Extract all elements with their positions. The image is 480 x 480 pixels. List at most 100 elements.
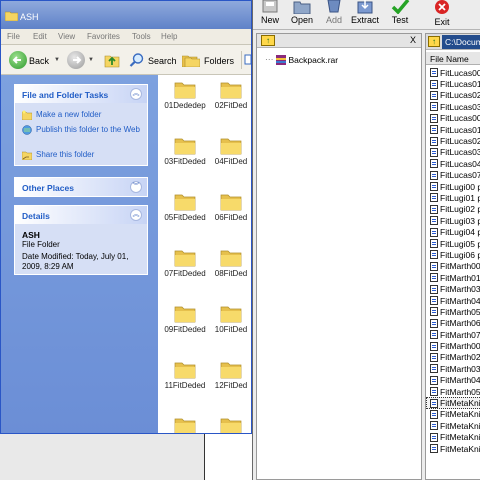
path-field[interactable]: C:\Docum	[442, 35, 480, 49]
panel-header[interactable]: Details ︽	[15, 206, 147, 224]
file-row[interactable]: FitLucas03	[426, 101, 480, 112]
file-row[interactable]: FitMarth05.	[426, 386, 480, 397]
folder-item[interactable]: 08FitDed	[208, 247, 251, 278]
test-button[interactable]: Test	[381, 0, 419, 25]
file-row[interactable]: FitMetaKnig	[426, 397, 480, 409]
file-row[interactable]: FitMarth03	[426, 283, 480, 294]
document-icon	[430, 318, 438, 328]
tree-connector: ⋯	[265, 54, 274, 64]
tree-close-button[interactable]: X	[410, 35, 416, 45]
file-row[interactable]: FitLucas00.	[426, 113, 480, 124]
tree-item-archive[interactable]: ⋯ Backpack.rar	[265, 54, 338, 65]
column-header-file-name[interactable]: File Name	[426, 52, 480, 65]
file-row[interactable]: FitMarth06	[426, 318, 480, 329]
file-row[interactable]: FitLucas02	[426, 135, 480, 146]
search-button[interactable]: Search	[148, 56, 177, 66]
file-row[interactable]: FitLugi01 p	[426, 192, 480, 203]
up-folder-icon[interactable]: ↑	[261, 35, 275, 46]
folder-item[interactable]: 10FitDed	[208, 303, 251, 334]
file-row[interactable]: FitLucas01	[426, 124, 480, 135]
file-name: FitMarth03.	[440, 363, 480, 374]
file-row[interactable]: FitMarth00.	[426, 340, 480, 351]
folder-item[interactable]	[162, 415, 208, 433]
file-name: FitMarth05.	[440, 386, 480, 397]
menu-favorites[interactable]: Favorites	[87, 32, 120, 41]
folders-button[interactable]: Folders	[204, 56, 234, 66]
folder-item[interactable]: 09FitDeded	[162, 303, 208, 334]
file-row[interactable]: FitLucas04.	[426, 158, 480, 169]
file-row[interactable]: FitMetaKnig	[426, 432, 480, 443]
panel-header[interactable]: Other Places ︾	[15, 178, 147, 196]
folder-label: 11FitDeded	[164, 381, 206, 390]
forward-dropdown-icon[interactable]: ▼	[88, 57, 94, 63]
folder-item[interactable]: 07FitDeded	[162, 247, 208, 278]
panel-header[interactable]: File and Folder Tasks ︽	[15, 85, 147, 103]
file-row[interactable]: FitLugi04 p	[426, 226, 480, 237]
file-row[interactable]: FitMarth04.	[426, 375, 480, 386]
expand-chevron-icon[interactable]: ︾	[130, 181, 142, 193]
back-dropdown-icon[interactable]: ▼	[54, 57, 60, 63]
file-name: FitMetaKnig	[440, 420, 480, 431]
collapse-chevron-icon[interactable]: ︽	[130, 88, 142, 100]
file-row[interactable]: FitMarth00	[426, 261, 480, 272]
up-folder-icon[interactable]	[104, 52, 120, 68]
explorer-titlebar[interactable]: ASH	[1, 1, 251, 29]
file-row[interactable]: FitLugi03 p	[426, 215, 480, 226]
file-row[interactable]: FitLucas01	[426, 78, 480, 89]
file-row[interactable]: FitLugi00 p	[426, 181, 480, 192]
panel-title: Other Places	[22, 183, 74, 193]
file-row[interactable]: FitMarth03.	[426, 363, 480, 374]
close-icon	[435, 0, 449, 14]
explorer-toolbar: Back ▼ ▼ Search Folders	[1, 45, 251, 75]
file-row[interactable]: FitMetaKnig	[426, 443, 480, 454]
menu-help[interactable]: Help	[161, 32, 177, 41]
menu-view[interactable]: View	[58, 32, 75, 41]
file-row[interactable]: FitMarth02.	[426, 352, 480, 363]
file-row[interactable]: FitLugi02 p	[426, 204, 480, 215]
folder-item[interactable]: 01Dededep	[162, 79, 208, 110]
file-row[interactable]: FitMarth07	[426, 329, 480, 340]
other-places-panel: Other Places ︾	[14, 177, 148, 197]
folder-item[interactable]: 12FitDed	[208, 359, 251, 390]
task-share-folder[interactable]: Share this folder	[22, 150, 94, 160]
file-row[interactable]: FitLucas00	[426, 67, 480, 78]
forward-arrow-icon[interactable]	[67, 51, 85, 69]
search-icon[interactable]	[129, 52, 145, 68]
file-row[interactable]: FitMetaKnig	[426, 409, 480, 420]
document-icon	[430, 79, 438, 89]
folders-icon[interactable]	[182, 53, 200, 67]
file-row[interactable]: FitLugi05 p	[426, 238, 480, 249]
folder-item[interactable]: 04FitDed	[208, 135, 251, 166]
menu-tools[interactable]: Tools	[132, 32, 151, 41]
menu-edit[interactable]: Edit	[33, 32, 47, 41]
file-row[interactable]: FitMetaKnig	[426, 420, 480, 431]
folder-item[interactable]: 03FitDeded	[162, 135, 208, 166]
folder-icon	[5, 11, 18, 21]
menu-file[interactable]: File	[7, 32, 20, 41]
file-row[interactable]: FitMarth04	[426, 295, 480, 306]
file-row[interactable]: FitLucas03.	[426, 147, 480, 158]
folder-item[interactable]: 05FitDeded	[162, 191, 208, 222]
document-icon	[430, 125, 438, 135]
folder-label: 01Dededep	[164, 101, 206, 110]
collapse-chevron-icon[interactable]: ︽	[130, 209, 142, 221]
folder-item[interactable]: 06FitDed	[208, 191, 251, 222]
task-make-new-folder[interactable]: Make a new folder	[22, 110, 101, 120]
extract-button[interactable]: Extract	[346, 0, 384, 25]
file-row[interactable]: FitLugi06 p	[426, 249, 480, 260]
file-name: FitLucas00.	[440, 113, 480, 124]
exit-button[interactable]: Exit	[423, 0, 461, 27]
back-button[interactable]: Back	[29, 56, 49, 66]
file-row[interactable]: FitLucas07.	[426, 170, 480, 181]
file-row[interactable]: FitLucas02	[426, 90, 480, 101]
folder-item[interactable]	[208, 415, 251, 433]
file-row[interactable]: FitMarth05	[426, 306, 480, 317]
file-row[interactable]: FitMarth01	[426, 272, 480, 283]
folder-item[interactable]: 11FitDeded	[162, 359, 208, 390]
views-icon[interactable]	[241, 51, 251, 69]
back-arrow-icon[interactable]	[9, 51, 27, 69]
up-folder-icon[interactable]: ↑	[428, 36, 440, 47]
task-publish-folder[interactable]: Publish this folder to the Web	[22, 125, 140, 135]
publish-web-icon	[22, 125, 32, 135]
folder-item[interactable]: 02FitDed	[208, 79, 251, 110]
